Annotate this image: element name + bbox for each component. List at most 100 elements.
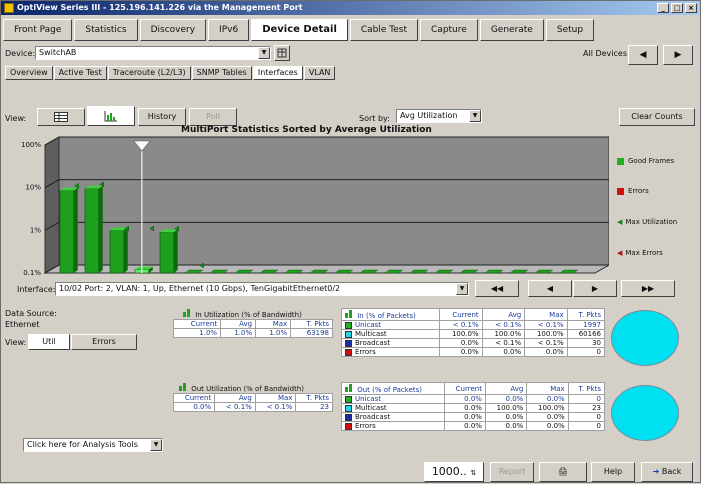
tab-cable-test[interactable]: Cable Test bbox=[349, 19, 419, 41]
app-window: OptiView Series III - 125.196.141.226 vi… bbox=[0, 0, 701, 483]
report-button[interactable]: Report bbox=[490, 462, 534, 482]
table-icon bbox=[54, 112, 68, 122]
tab-overview[interactable]: Overview bbox=[5, 66, 53, 80]
status-bar: 1000.. ⇅ Report 🖨 Help ➔ Back bbox=[1, 460, 700, 484]
sort-label: Sort by: bbox=[359, 114, 390, 123]
title-bar: OptiView Series III - 125.196.141.226 vi… bbox=[1, 1, 700, 15]
errors-view-button[interactable]: Errors bbox=[71, 334, 137, 350]
tab-front-page[interactable]: Front Page bbox=[3, 19, 73, 41]
next-device-button[interactable]: ▶ bbox=[663, 45, 693, 65]
triangle-left-icon: ◀ bbox=[617, 218, 623, 226]
table-view-button[interactable] bbox=[37, 108, 85, 126]
out-packets-table: Out (% of Packets) Current Avg Max T. Pk… bbox=[340, 382, 606, 431]
y-tick-label: 1% bbox=[30, 226, 41, 234]
util-view-button[interactable]: Util bbox=[28, 334, 70, 350]
table-header-row: Current Avg Max T. Pkts bbox=[172, 319, 333, 329]
last-interface-button[interactable]: ▶▶ bbox=[621, 280, 675, 297]
analysis-tools-select[interactable]: Click here for Analysis Tools ▼ bbox=[23, 438, 163, 452]
tab-traceroute[interactable]: Traceroute (L2/L3) bbox=[107, 66, 191, 80]
tab-capture[interactable]: Capture bbox=[420, 19, 478, 41]
print-button[interactable]: 🖨 bbox=[539, 462, 587, 482]
chevron-down-icon: ▼ bbox=[469, 110, 481, 122]
close-button[interactable]: × bbox=[685, 3, 697, 13]
chart-view-button[interactable] bbox=[87, 106, 135, 126]
chart-bar bbox=[84, 185, 103, 274]
unicast-swatch bbox=[345, 321, 352, 329]
table-header-row: In (% of Packets) Current Avg Max T. Pkt… bbox=[340, 308, 606, 321]
legend-max-errors: ◀ Max Errors bbox=[617, 249, 663, 257]
maximize-button[interactable]: □ bbox=[671, 3, 683, 13]
table-row: Multicast 0.0% 100.0% 100.0% 23 bbox=[340, 403, 606, 413]
bar-front bbox=[109, 230, 125, 274]
broadcast-swatch bbox=[345, 413, 352, 421]
tab-vlan[interactable]: VLAN bbox=[303, 66, 336, 80]
view-label: View: bbox=[5, 114, 27, 123]
triangle-left-icon: ◀ bbox=[617, 249, 623, 257]
chevron-down-icon: ▼ bbox=[150, 439, 162, 451]
chart-bar bbox=[159, 229, 178, 274]
interface-select[interactable]: 10/02 Port: 2, VLAN: 1, Up, Ethernet (10… bbox=[55, 282, 469, 296]
multicast-swatch bbox=[345, 404, 352, 412]
previous-device-button[interactable]: ◀ bbox=[628, 45, 658, 65]
interface-value: 10/02 Port: 2, VLAN: 1, Up, Ethernet (10… bbox=[59, 284, 341, 293]
back-arrow-icon: ➔ bbox=[652, 467, 660, 476]
table-row: Multicast 100.0% 100.0% 100.0% 60166 bbox=[340, 329, 606, 339]
multicast-swatch bbox=[345, 330, 352, 338]
history-button[interactable]: History bbox=[138, 108, 186, 126]
table-row: Errors 0.0% 0.0% 0.0% 0 bbox=[340, 421, 606, 431]
poll-button[interactable]: Poll bbox=[189, 108, 237, 126]
window-controls: _ □ × bbox=[657, 3, 697, 13]
app-icon bbox=[4, 3, 14, 13]
device-details-button[interactable] bbox=[274, 45, 290, 61]
tab-generate[interactable]: Generate bbox=[479, 19, 544, 41]
tab-snmp-tables[interactable]: SNMP Tables bbox=[191, 66, 252, 80]
next-interface-button[interactable]: ▶ bbox=[573, 280, 617, 297]
table-row: 0.0% < 0.1% < 0.1% 23 bbox=[172, 402, 333, 412]
first-interface-button[interactable]: ◀◀ bbox=[475, 280, 519, 297]
legend-max-utilization: ◀ Max Utilization bbox=[617, 218, 678, 226]
out-packets-pie bbox=[611, 385, 679, 441]
chevron-down-icon: ▼ bbox=[258, 47, 270, 59]
chart-area: 100% 10% 1% 0.1% bbox=[5, 135, 611, 283]
chart-bar bbox=[59, 187, 78, 274]
previous-interface-button[interactable]: ◀ bbox=[528, 280, 572, 297]
bar-chart-icon bbox=[345, 384, 352, 392]
chart-y-ticks: 100% 10% 1% 0.1% bbox=[21, 141, 41, 277]
data-view-label: View: bbox=[5, 338, 27, 347]
tab-device-detail[interactable]: Device Detail bbox=[251, 19, 348, 41]
sort-select[interactable]: Avg Utilization ▼ bbox=[396, 109, 482, 123]
out-packets-title: Out (% of Packets) bbox=[340, 382, 446, 395]
table-row: 1.0% 1.0% 1.0% 63198 bbox=[172, 328, 333, 338]
chevron-down-icon: ▼ bbox=[456, 283, 468, 295]
table-row: Broadcast 0.0% < 0.1% < 0.1% 30 bbox=[340, 338, 606, 348]
device-select[interactable]: SwitchAB ▼ bbox=[35, 46, 271, 60]
arrow-left-icon: ◀ bbox=[639, 50, 647, 60]
sub-tab-bar: Overview Active Test Traceroute (L2/L3) … bbox=[5, 66, 336, 80]
chart-frame bbox=[43, 136, 611, 274]
window-title: OptiView Series III - 125.196.141.226 vi… bbox=[17, 3, 303, 12]
tab-active-test[interactable]: Active Test bbox=[53, 66, 107, 80]
tab-statistics[interactable]: Statistics bbox=[74, 19, 138, 41]
counter-control[interactable]: 1000.. ⇅ bbox=[424, 462, 484, 482]
tab-ipv6[interactable]: IPv6 bbox=[208, 19, 250, 41]
sort-value: Avg Utilization bbox=[400, 111, 458, 120]
bar-front bbox=[84, 188, 100, 274]
tab-discovery[interactable]: Discovery bbox=[139, 19, 207, 41]
tab-interfaces[interactable]: Interfaces bbox=[252, 66, 303, 80]
table-header-row: Out (% of Packets) Current Avg Max T. Pk… bbox=[340, 382, 606, 395]
chart-svg: 100% 10% 1% 0.1% bbox=[21, 136, 611, 277]
clear-counts-button[interactable]: Clear Counts bbox=[619, 108, 695, 126]
minimize-button[interactable]: _ bbox=[657, 3, 669, 13]
bar-side bbox=[173, 229, 178, 273]
errors-swatch bbox=[345, 422, 352, 430]
main-tab-bar: Front Page Statistics Discovery IPv6 Dev… bbox=[3, 19, 595, 41]
spinner-icon: ⇅ bbox=[470, 469, 477, 477]
chart-bar bbox=[109, 227, 128, 274]
tab-setup[interactable]: Setup bbox=[545, 19, 595, 41]
interface-label: Interface: bbox=[17, 285, 56, 294]
device-value: SwitchAB bbox=[39, 48, 77, 57]
bar-side bbox=[98, 185, 103, 273]
help-button[interactable]: Help bbox=[591, 462, 635, 482]
bar-chart-icon bbox=[179, 383, 186, 391]
back-button[interactable]: ➔ Back bbox=[641, 462, 693, 482]
